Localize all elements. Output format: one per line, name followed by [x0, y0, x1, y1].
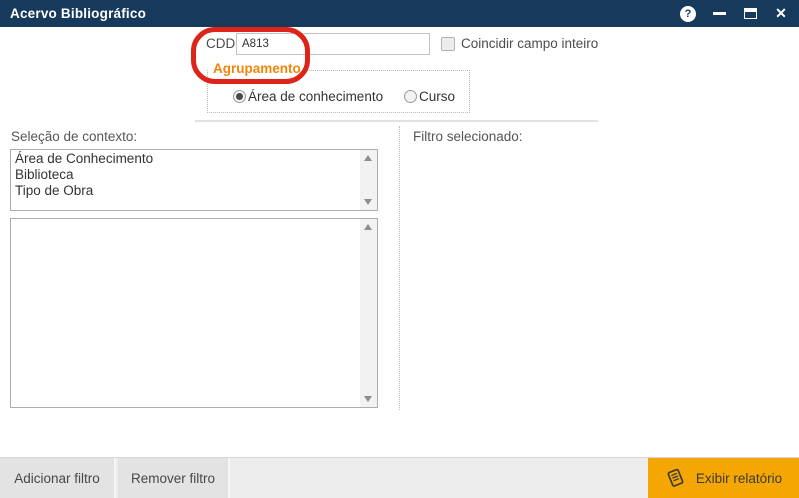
radio-curso[interactable] — [404, 90, 417, 103]
filter-listbox[interactable] — [10, 218, 378, 408]
match-whole-field-checkbox[interactable] — [441, 37, 455, 51]
show-report-label: Exibir relatório — [696, 471, 782, 486]
help-button[interactable]: ? — [679, 0, 697, 27]
context-listbox[interactable]: Área de ConhecimentoBibliotecaTipo de Ob… — [10, 149, 378, 211]
add-filter-label: Adicionar filtro — [14, 471, 100, 486]
horizontal-separator — [195, 120, 598, 122]
context-scrollbar[interactable] — [360, 150, 377, 210]
filter-list-items — [11, 219, 359, 407]
help-icon: ? — [680, 6, 696, 22]
filter-scrollbar[interactable] — [360, 219, 377, 407]
titlebar-controls: ? ✕ — [679, 0, 790, 27]
agrupamento-legend: Agrupamento — [209, 61, 305, 76]
radio-area-de-conhecimento[interactable] — [233, 90, 246, 103]
remove-filter-button[interactable]: Remover filtro — [118, 458, 230, 498]
add-filter-button[interactable]: Adicionar filtro — [0, 458, 116, 498]
context-list-items: Área de ConhecimentoBibliotecaTipo de Ob… — [11, 150, 359, 210]
list-item[interactable]: Tipo de Obra — [15, 183, 359, 199]
vertical-separator — [399, 126, 400, 410]
dialog-acervo-bibliografico: Acervo Bibliográfico ? ✕ CDD: Coincidir … — [0, 0, 799, 498]
selected-filter-label: Filtro selecionado: — [413, 129, 523, 144]
scroll-down-icon[interactable] — [360, 194, 377, 210]
cdd-label: CDD: — [206, 36, 239, 51]
window-title: Acervo Bibliográfico — [10, 0, 146, 27]
radio-area-de-conhecimento-label: Área de conhecimento — [248, 89, 383, 104]
radio-curso-label: Curso — [419, 89, 455, 104]
match-whole-field-label: Coincidir campo inteiro — [461, 36, 598, 51]
close-icon: ✕ — [775, 0, 787, 27]
close-button[interactable]: ✕ — [772, 0, 790, 27]
list-item[interactable]: Biblioteca — [15, 167, 359, 183]
remove-filter-label: Remover filtro — [131, 471, 215, 486]
minimize-button[interactable] — [710, 0, 728, 27]
scroll-down-icon[interactable] — [360, 391, 377, 407]
minimize-icon — [713, 12, 726, 15]
cdd-input[interactable] — [236, 33, 430, 55]
titlebar: Acervo Bibliográfico ? ✕ — [0, 0, 799, 27]
report-icon — [665, 468, 685, 488]
maximize-icon — [744, 8, 757, 19]
show-report-button[interactable]: Exibir relatório — [648, 458, 799, 498]
context-selection-label: Seleção de contexto: — [11, 129, 137, 144]
scroll-up-icon[interactable] — [360, 150, 377, 166]
list-item[interactable]: Área de Conhecimento — [15, 151, 359, 167]
maximize-button[interactable] — [741, 0, 759, 27]
scroll-up-icon[interactable] — [360, 219, 377, 235]
